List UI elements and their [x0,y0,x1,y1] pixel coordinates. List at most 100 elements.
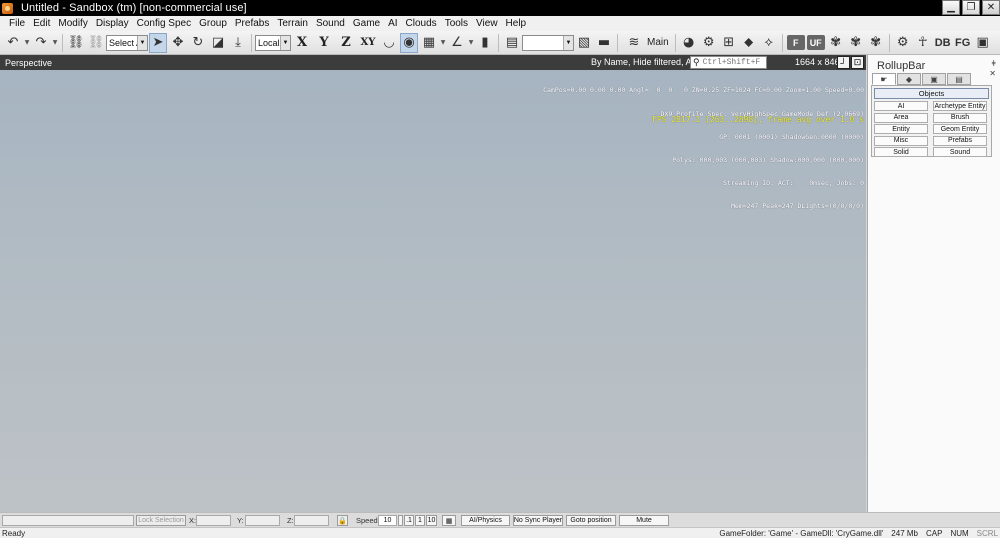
physics-icon[interactable]: ⚙ [700,33,718,53]
geom-entity-button[interactable]: Geom Entity [933,124,987,134]
app-icon[interactable] [2,2,13,14]
viewport-search-input[interactable] [702,58,763,67]
layer-icon[interactable]: ▤ [503,33,521,53]
menu-view[interactable]: View [472,18,502,29]
redo-icon[interactable]: ↷ [32,33,50,53]
database-button[interactable]: DB [934,33,952,53]
layer-dropdown[interactable]: ▼ [522,34,574,51]
axis-y-button[interactable]: Y [314,33,334,53]
character-icon[interactable]: ☥ [914,33,932,53]
brush-button[interactable]: Brush [933,112,987,123]
speed-preset-button[interactable]: .1 [404,515,414,526]
y-coordinate-field[interactable] [245,515,280,526]
speed-preset-button[interactable]: 1 [415,515,425,526]
close-button[interactable]: ✕ [982,0,1000,15]
grid-snap-icon[interactable]: ▦ [420,33,438,53]
link-icon[interactable]: ⛓ [67,33,85,53]
uf-button[interactable]: UF [806,35,825,50]
menu-prefabs[interactable]: Prefabs [231,18,273,29]
maximize-viewport-icon[interactable]: ⊡ [851,56,864,69]
x-coordinate-field[interactable] [196,515,231,526]
solid-button[interactable]: Solid [874,147,928,157]
ai-physics-button[interactable]: AI/Physics [461,515,510,526]
menu-tools[interactable]: Tools [441,18,472,29]
angle-snap-icon[interactable]: ∠ [448,33,466,53]
area-button[interactable]: Area [874,112,928,123]
menu-config-spec[interactable]: Config Spec [133,18,195,29]
menu-game[interactable]: Game [349,18,384,29]
pin-icon[interactable]: ┘ [837,56,850,69]
undo-dropdown-icon[interactable]: ▼ [24,33,30,53]
grid-dropdown-icon[interactable]: ▼ [440,33,446,53]
axis-z-button[interactable]: Z [336,33,356,53]
entity-button[interactable]: Entity [874,124,928,134]
menu-ai[interactable]: AI [384,18,401,29]
redo-dropdown-icon[interactable]: ▼ [52,33,58,53]
menu-modify[interactable]: Modify [54,18,91,29]
maximize-button[interactable]: ❐ [962,0,980,15]
tab-terrain[interactable]: ◆ [897,73,921,85]
unlink-icon[interactable]: ⛓ [87,33,105,53]
atom-icon[interactable]: ✾ [847,33,865,53]
main-layers-button[interactable]: ≋ Main [621,33,672,53]
goto-position-button[interactable]: Goto position [566,515,616,526]
tab-display[interactable]: ▣ [922,73,946,85]
speed-preset-button[interactable]: 10 [426,515,437,526]
move-icon[interactable]: ✥ [169,33,187,53]
terrain-grid-icon[interactable]: ⊞ [720,33,738,53]
angle-dropdown-icon[interactable]: ▼ [468,33,474,53]
atom-icon[interactable]: ✾ [827,33,845,53]
edit-mode-icon[interactable]: ▧ [575,33,593,53]
no-sync-player-button[interactable]: No Sync Player [513,515,563,526]
menu-sound[interactable]: Sound [312,18,349,29]
archetype-entity-button[interactable]: Archetype Entity [933,101,987,111]
axis-xy-button[interactable]: XY [358,33,378,53]
menu-edit[interactable]: Edit [29,18,54,29]
viewport-search-box[interactable]: ⚲ [690,56,767,69]
menu-display[interactable]: Display [92,18,133,29]
drop-to-ground-icon[interactable]: ⤓ [229,33,247,53]
menu-group[interactable]: Group [195,18,231,29]
undo-icon[interactable]: ↶ [4,33,22,53]
lock-icon[interactable]: 🔒 [337,515,348,526]
close-icon[interactable]: ✕ [989,69,996,78]
select-icon[interactable]: ➤ [149,32,167,53]
speed-spinner[interactable] [398,515,403,526]
lighting-icon[interactable]: ⬥ [740,33,758,53]
vehicle-tool-icon[interactable]: ▬ [595,33,613,53]
minimize-button[interactable]: ▁ [942,0,960,15]
flowgraph-button[interactable]: FG [954,33,972,53]
objects-header[interactable]: Objects [874,88,989,99]
misc-button[interactable]: Misc [874,135,928,146]
console-icon[interactable]: ▣ [974,33,992,53]
menu-help[interactable]: Help [502,18,531,29]
lock-selection-button[interactable]: Lock Selection [136,515,186,526]
prompt-field[interactable] [2,515,134,526]
sound-button[interactable]: Sound [933,147,987,157]
ai-button[interactable]: AI [874,101,928,111]
menu-clouds[interactable]: Clouds [402,18,441,29]
speed-value-field[interactable]: 10 [378,515,397,526]
material-icon[interactable]: ◕ [680,33,698,53]
perspective-viewport[interactable]: CamPos=0.00 0.00 0.00 Angl= 0 0 0 ZN=0.2… [0,70,866,512]
selection-filter-dropdown[interactable]: Select All ▼ [106,34,148,51]
menu-terrain[interactable]: Terrain [273,18,312,29]
prefabs-button[interactable]: Prefabs [933,135,987,146]
mute-button[interactable]: Mute [619,515,669,526]
rotate-icon[interactable]: ↻ [189,33,207,53]
particle-icon[interactable]: ⟡ [760,33,778,53]
axis-x-button[interactable]: X [292,33,312,53]
scale-icon[interactable]: ◪ [209,33,227,53]
grid-icon[interactable]: ▦ [442,515,456,526]
ruler-icon[interactable]: ▮ [476,33,494,53]
menu-file[interactable]: File [5,18,29,29]
settings-gear-icon[interactable]: ⚙ [894,33,912,53]
reference-coordinate-dropdown[interactable]: Local ▼ [255,34,291,51]
tab-layers[interactable]: ▤ [947,73,971,85]
viewport-title[interactable]: Perspective [5,58,52,68]
tab-objects[interactable]: ☛ [872,73,896,85]
terrain-snap-icon[interactable]: ◡ [380,33,398,53]
pin-icon[interactable]: ǂ [991,59,996,68]
atom-icon[interactable]: ✾ [867,33,885,53]
flowgraph-f-button[interactable]: F [786,35,805,50]
